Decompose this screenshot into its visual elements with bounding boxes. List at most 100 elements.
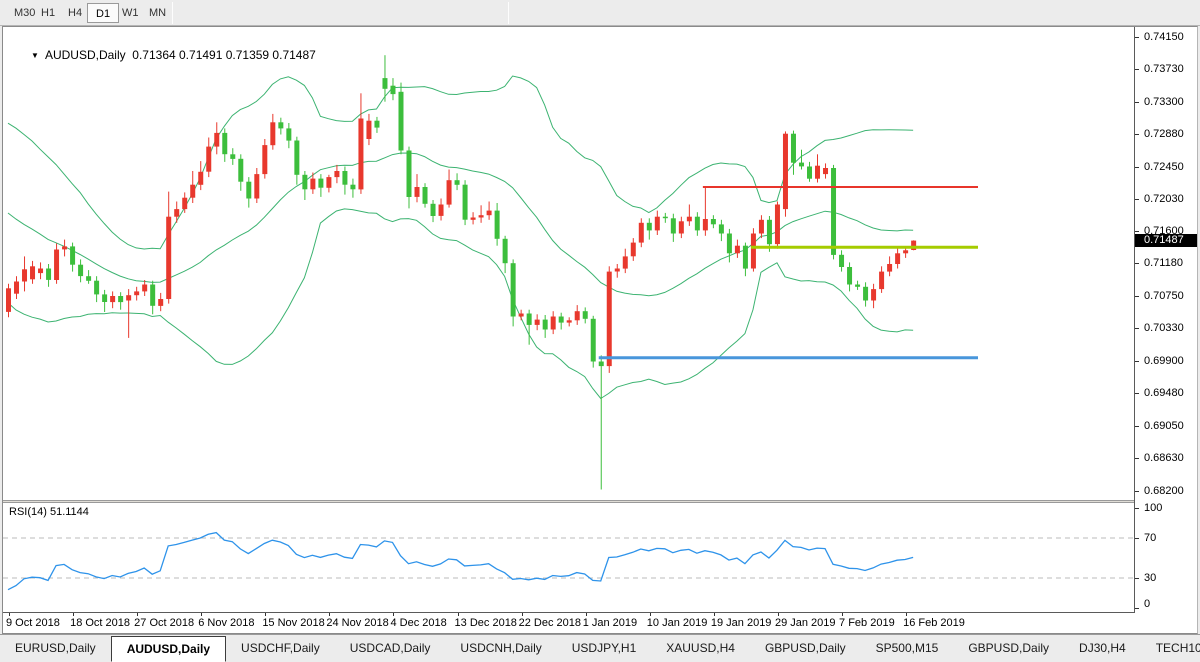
candle-body xyxy=(767,220,772,244)
date-axis-tick xyxy=(522,613,523,616)
date-axis-label: 13 Dec 2018 xyxy=(455,617,517,629)
price-axis-tick xyxy=(1135,263,1139,264)
candle-body xyxy=(591,319,596,362)
price-axis-tick xyxy=(1135,102,1139,103)
symbol-tab-sp500[interactable]: SP500,M15 xyxy=(861,635,954,662)
symbol-tab-gbpusd[interactable]: GBPUSD,Daily xyxy=(750,635,861,662)
candle-body xyxy=(230,154,235,159)
rsi-chart[interactable] xyxy=(3,503,1134,612)
price-axis-tick xyxy=(1135,296,1139,297)
candle-body xyxy=(246,182,251,199)
price-axis-label: 0.72880 xyxy=(1144,128,1184,140)
candle-body xyxy=(655,217,660,231)
candle-body xyxy=(471,218,476,220)
candle-body xyxy=(70,246,75,264)
symbol-tab-gbpusd-2[interactable]: GBPUSD,Daily xyxy=(953,635,1064,662)
rsi-axis-tick xyxy=(1135,578,1139,579)
price-axis-label: 0.71180 xyxy=(1144,257,1183,269)
rsi-indicator-pane[interactable]: RSI(14) 51.1144 xyxy=(3,503,1134,612)
candle-body xyxy=(118,296,123,302)
timeframe-toolbar: M30H1H4D1W1MN xyxy=(0,0,1200,26)
price-axis-label: 0.73300 xyxy=(1144,96,1184,108)
price-axis-label: 0.69900 xyxy=(1144,355,1184,367)
candle-body xyxy=(431,204,436,216)
candle-body xyxy=(687,217,692,222)
candlestick-chart[interactable] xyxy=(3,28,1134,500)
candle-body xyxy=(823,168,828,174)
candle-body xyxy=(270,122,275,145)
date-axis-label: 29 Jan 2019 xyxy=(775,617,836,629)
price-axis-label: 0.70330 xyxy=(1144,322,1184,334)
candle-body xyxy=(6,288,11,312)
candle-body xyxy=(791,134,796,163)
candle-body xyxy=(711,219,716,224)
price-chart-pane[interactable]: ▼AUDUSD,Daily 0.71364 0.71491 0.71359 0.… xyxy=(3,28,1134,500)
candle-body xyxy=(423,187,428,204)
candle-body xyxy=(198,172,203,185)
date-axis-tick xyxy=(650,613,651,616)
candle-body xyxy=(222,133,227,154)
rsi-axis-tick xyxy=(1135,608,1139,609)
symbol-tab-usdjpy[interactable]: USDJPY,H1 xyxy=(557,635,651,662)
candle-body xyxy=(543,320,548,330)
date-axis-label: 6 Nov 2018 xyxy=(198,617,254,629)
candle-body xyxy=(559,317,564,323)
candle-body xyxy=(495,211,500,239)
date-axis-label: 15 Nov 2018 xyxy=(262,617,324,629)
date-axis-label: 7 Feb 2019 xyxy=(839,617,895,629)
candle-body xyxy=(639,223,644,243)
price-axis-tick xyxy=(1135,458,1139,459)
timeframe-tab-h4[interactable]: H4 xyxy=(60,3,90,23)
rsi-axis-label: 70 xyxy=(1144,532,1156,544)
candle-body xyxy=(294,141,299,175)
date-axis-tick xyxy=(73,613,74,616)
candle-body xyxy=(142,285,147,292)
candle-body xyxy=(158,299,163,306)
candle-body xyxy=(519,314,524,317)
date-axis-label: 4 Dec 2018 xyxy=(390,617,446,629)
timeframe-tab-mn[interactable]: MN xyxy=(141,3,174,23)
candle-body xyxy=(831,168,836,255)
candle-body xyxy=(206,147,211,172)
candle-body xyxy=(479,215,484,217)
price-axis-tick xyxy=(1135,199,1139,200)
symbol-tab-tech100[interactable]: TECH100,H1 xyxy=(1141,635,1200,662)
date-axis-label: 27 Oct 2018 xyxy=(134,617,194,629)
candle-body xyxy=(783,134,788,209)
candle-body xyxy=(671,218,676,233)
symbol-tab-usdchf[interactable]: USDCHF,Daily xyxy=(226,635,335,662)
candle-body xyxy=(54,250,59,281)
candle-body xyxy=(759,220,764,234)
rsi-axis-label: 30 xyxy=(1144,572,1156,584)
date-axis-tick xyxy=(906,613,907,616)
chart-symbol-label: AUDUSD,Daily xyxy=(45,48,126,62)
candle-body xyxy=(374,121,379,128)
rsi-indicator-label: RSI(14) 51.1144 xyxy=(9,506,89,518)
price-axis-label: 0.68200 xyxy=(1144,485,1184,497)
candle-body xyxy=(679,221,684,233)
symbol-tab-usdcad[interactable]: USDCAD,Daily xyxy=(335,635,446,662)
chevron-down-icon[interactable]: ▼ xyxy=(31,51,39,60)
toolbar-separator xyxy=(508,2,509,24)
symbol-tab-usdcnh[interactable]: USDCNH,Daily xyxy=(445,635,556,662)
candle-body xyxy=(78,265,83,276)
candle-body xyxy=(358,119,363,190)
candle-body xyxy=(398,92,403,151)
timeframe-tab-h1[interactable]: H1 xyxy=(33,3,63,23)
candle-body xyxy=(166,217,171,299)
date-axis-tick xyxy=(778,613,779,616)
candle-body xyxy=(326,177,331,188)
candle-body xyxy=(487,211,492,216)
candle-body xyxy=(527,314,532,325)
symbol-tab-xauusd[interactable]: XAUUSD,H4 xyxy=(651,635,750,662)
symbol-tab-dj30[interactable]: DJ30,H4 xyxy=(1064,635,1141,662)
candle-body xyxy=(318,179,323,188)
date-axis-tick xyxy=(265,613,266,616)
price-axis-label: 0.73730 xyxy=(1144,63,1184,75)
symbol-tab-eurusd[interactable]: EURUSD,Daily xyxy=(0,635,111,662)
symbol-tab-audusd[interactable]: AUDUSD,Daily xyxy=(111,636,226,662)
price-axis-tick xyxy=(1135,167,1139,168)
candle-body xyxy=(382,78,387,89)
candle-body xyxy=(583,311,588,319)
candle-body xyxy=(623,256,628,268)
